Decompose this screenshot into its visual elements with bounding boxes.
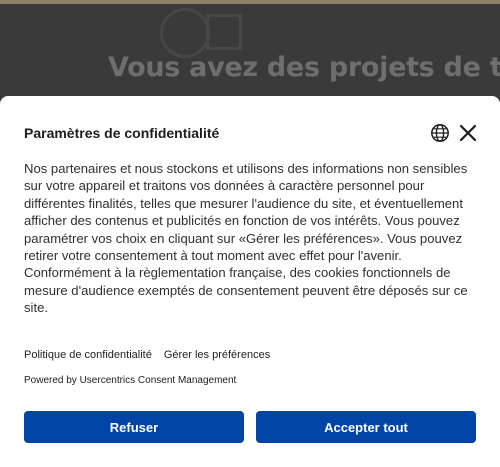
background-decoration <box>206 14 242 50</box>
privacy-settings-dialog: Paramètres de confidentialité Nos parten… <box>0 96 500 467</box>
consent-description: Nos partenaires et nous stockons et util… <box>24 161 468 316</box>
background-decoration <box>160 8 210 58</box>
background-heading: Vous avez des projets de t <box>108 52 500 83</box>
refuse-button[interactable]: Refuser <box>24 411 244 443</box>
globe-icon[interactable] <box>430 123 450 143</box>
close-icon[interactable] <box>458 123 478 143</box>
dialog-title: Paramètres de confidentialité <box>24 125 220 141</box>
dialog-links: Politique de confidentialité Gérer les pr… <box>24 349 270 361</box>
privacy-policy-link[interactable]: Politique de confidentialité <box>24 349 152 361</box>
manage-preferences-link[interactable]: Gérer les préférences <box>164 349 270 361</box>
accept-all-button[interactable]: Accepter tout <box>256 411 476 443</box>
header-strip <box>0 0 500 4</box>
powered-by-text: Powered by Usercentrics Consent Manageme… <box>24 375 237 386</box>
